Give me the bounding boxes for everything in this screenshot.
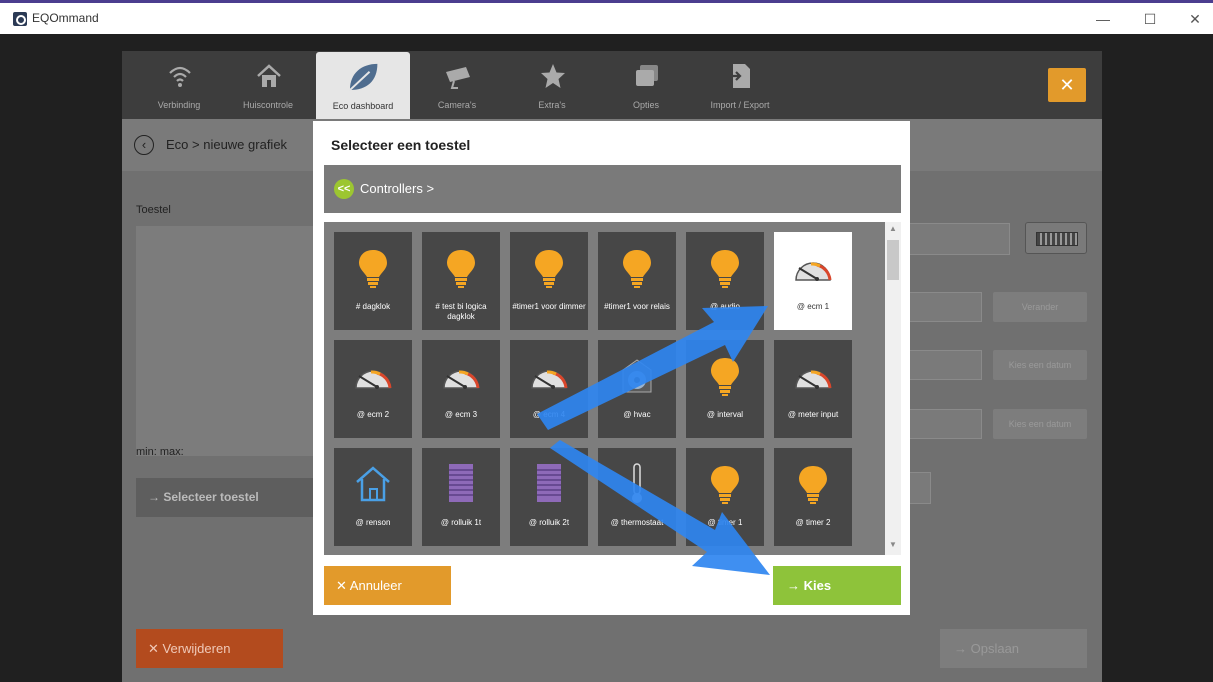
device-tile-label: @ audio (710, 302, 740, 311)
device-tile[interactable]: @ ecm 3 (422, 340, 500, 438)
top-navigation: Verbinding Huiscontrole Eco dashboard Ca… (122, 51, 1102, 120)
device-grid: ▲ ▼ # dagklok # test bi logica dagklok #ti… (324, 222, 901, 555)
nav-label: Verbinding (157, 100, 201, 110)
folder-path: Controllers > (360, 181, 435, 196)
device-tile-label: @ meter input (787, 410, 839, 419)
choose-button[interactable]: → Kies (773, 566, 901, 605)
device-tile[interactable]: @ thermostaat (598, 448, 676, 546)
device-tile-label: @ ecm 2 (356, 410, 390, 419)
wifi-icon (169, 66, 191, 87)
leaf-icon (349, 63, 378, 91)
start-date-field (902, 350, 982, 380)
device-tile[interactable]: @ meter input (774, 340, 852, 438)
select-device-button[interactable]: → Selecteer toestel (136, 478, 326, 517)
delete-button[interactable]: ✕ Verwijderen (136, 629, 283, 668)
name-input[interactable] (902, 223, 1010, 255)
minimize-button[interactable]: — (1088, 8, 1118, 30)
device-tile[interactable]: @ audio (686, 232, 764, 330)
scroll-down-icon[interactable]: ▼ (885, 540, 901, 554)
folder-path-bar: << Controllers > (324, 165, 901, 213)
device-tile-label: @ hvac (623, 410, 651, 419)
nav-label: Camera's (437, 100, 477, 110)
device-tile-label: # test bi logica dagklok (435, 302, 487, 321)
nav-label: Extra's (538, 100, 566, 110)
device-tile[interactable]: @ ecm 1 (774, 232, 852, 330)
minmax-label: min: max: (136, 446, 184, 458)
device-tile[interactable]: # dagklok (334, 232, 412, 330)
device-tile[interactable]: @ ecm 4 (510, 340, 588, 438)
close-screen-button[interactable]: ✕ (1048, 68, 1086, 102)
device-tile-label: # dagklok (355, 302, 391, 311)
device-tile[interactable]: @ renson (334, 448, 412, 546)
device-tile[interactable]: #timer1 voor relais (598, 232, 676, 330)
nav-cameras[interactable]: Camera's (410, 51, 504, 119)
import-export-icon (730, 64, 750, 88)
app-logo-icon (13, 12, 27, 26)
window-title: EQOmmand (32, 11, 99, 25)
scroll-up-icon[interactable]: ▲ (885, 224, 901, 238)
device-tile-label: @ timer 2 (795, 518, 831, 527)
folder-back-button[interactable]: << (334, 179, 354, 199)
home-icon (257, 64, 281, 87)
device-tile-label: @ renson (355, 518, 391, 527)
device-tile-label: @ thermostaat (610, 518, 664, 527)
grid-scrollbar[interactable]: ▲ ▼ (885, 222, 901, 555)
device-tile[interactable]: @ timer 1 (686, 448, 764, 546)
device-tile-label: @ ecm 3 (444, 410, 478, 419)
device-tile[interactable]: # test bi logica dagklok (422, 232, 500, 330)
device-tile[interactable]: @ ecm 2 (334, 340, 412, 438)
star-icon (541, 64, 565, 88)
windows-icon (636, 65, 658, 86)
device-tile-label: @ rolluik 2t (528, 518, 570, 527)
device-tile-label: @ ecm 4 (532, 410, 566, 419)
device-field (902, 292, 982, 322)
change-button[interactable]: Verander (993, 292, 1087, 322)
scroll-thumb[interactable] (887, 240, 899, 280)
pick-end-date-button[interactable]: Kies een datum (993, 409, 1087, 439)
nav-label: Opties (632, 100, 659, 110)
select-device-modal: Selecteer een toestel << Controllers > ▲… (313, 121, 910, 615)
device-tile[interactable]: @ timer 2 (774, 448, 852, 546)
close-window-button[interactable]: ✕ (1180, 8, 1210, 30)
nav-eco-dashboard[interactable]: Eco dashboard (316, 52, 410, 120)
pick-start-date-button[interactable]: Kies een datum (993, 350, 1087, 380)
nav-verbinding[interactable]: Verbinding (132, 51, 226, 119)
device-tile-label: @ rolluik 1t (440, 518, 482, 527)
device-tile-label: #timer1 voor dimmer (512, 302, 586, 311)
back-button[interactable]: ‹ (134, 135, 154, 155)
nav-label: Eco dashboard (332, 101, 394, 111)
nav-label: Import / Export (710, 100, 770, 110)
breadcrumb: Eco > nieuwe grafiek (166, 137, 288, 152)
maximize-button[interactable]: ☐ (1135, 8, 1165, 30)
camera-icon (446, 67, 470, 89)
nav-huiscontrole[interactable]: Huiscontrole (221, 51, 315, 119)
nav-label: Huiscontrole (242, 100, 294, 110)
nav-opties[interactable]: Opties (599, 51, 693, 119)
modal-title: Selecteer een toestel (331, 137, 471, 153)
device-tile[interactable]: @ interval (686, 340, 764, 438)
device-tile[interactable]: @ hvac (598, 340, 676, 438)
nav-import-export[interactable]: Import / Export (693, 51, 787, 119)
device-tile[interactable]: #timer1 voor dimmer (510, 232, 588, 330)
keyboard-icon[interactable] (1025, 222, 1087, 254)
device-tile-label: @ interval (706, 410, 744, 419)
device-tile-label: #timer1 voor relais (604, 302, 670, 311)
device-tile[interactable]: @ rolluik 1t (422, 448, 500, 546)
device-tile-label: @ ecm 1 (796, 302, 830, 311)
end-date-field (902, 409, 982, 439)
window-titlebar: EQOmmand — ☐ ✕ (0, 0, 1213, 34)
nav-extras[interactable]: Extra's (505, 51, 599, 119)
device-tile-label: @ timer 1 (707, 518, 743, 527)
device-tile[interactable]: @ rolluik 2t (510, 448, 588, 546)
save-button[interactable]: → Opslaan (940, 629, 1087, 668)
cancel-button[interactable]: ✕ Annuleer (324, 566, 451, 605)
toestel-label: Toestel (136, 204, 171, 216)
